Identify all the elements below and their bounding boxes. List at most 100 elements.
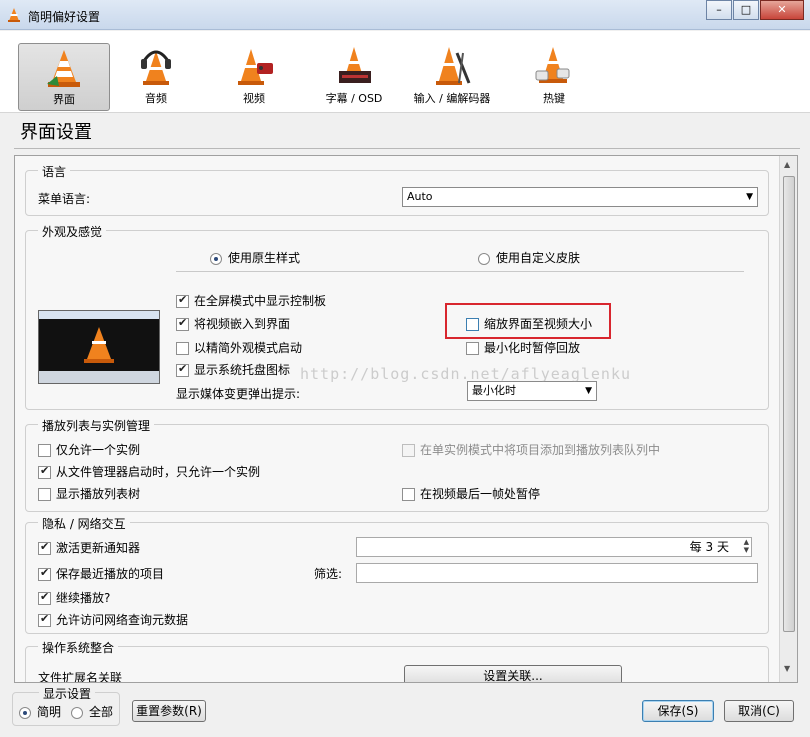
tab-subtitles-osd[interactable]: 字幕 / OSD <box>306 41 402 109</box>
checkbox-checked-icon <box>38 566 51 581</box>
group-look-feel: 外观及感觉 使用原生样式 使用自定义皮肤 在全屏模式中显示控制板 将视频嵌入到界… <box>25 223 769 410</box>
title-bar: 简明偏好设置 – □ ✕ <box>0 0 810 30</box>
tab-input-codecs[interactable]: 输入 / 编解码器 <box>402 41 502 109</box>
menu-language-value: Auto <box>407 190 433 203</box>
radio-simple[interactable]: 简明 <box>19 703 61 720</box>
opt-minimal-view[interactable]: 以精简外观模式启动 <box>176 339 302 356</box>
close-button[interactable]: ✕ <box>760 0 804 20</box>
opt-one-instance-file-manager[interactable]: 从文件管理器启动时，只允许一个实例 <box>38 463 260 480</box>
show-settings-title: 显示设置 <box>39 685 96 702</box>
settings-scroll-area[interactable]: 语言 菜单语言: Auto ▼ 外观及感觉 使用原生样式 使用自定义皮肤 ✔在全… <box>14 155 798 683</box>
opt-pause-minimized[interactable]: 最小化时暂停回放 <box>466 339 580 356</box>
tab-hotkeys-label: 热键 <box>543 92 565 105</box>
group-look-feel-title: 外观及感觉 <box>38 223 107 240</box>
group-os-integration: 操作系统整合 文件扩展名关联 设置关联... <box>25 639 769 683</box>
vertical-scrollbar[interactable]: ▲ ▼ <box>779 156 797 682</box>
cone-headphones-icon <box>141 50 171 85</box>
checkbox-icon <box>38 444 51 457</box>
opt-save-recent[interactable]: 保存最近播放的项目 <box>38 565 164 582</box>
opt-one-instance-label: 仅允许一个实例 <box>56 443 141 457</box>
opt-fullscreen-controls-label: 在全屏模式中显示控制板 <box>194 294 327 308</box>
tab-hotkeys[interactable]: 热键 <box>508 41 600 109</box>
radio-off-icon <box>71 706 83 719</box>
opt-update-notifier[interactable]: 激活更新通知器 <box>38 539 140 556</box>
opt-enqueue-one-instance-label: 在单实例模式中将项目添加到播放列表队列中 <box>420 443 661 457</box>
interface-preview-image <box>38 310 160 384</box>
tab-audio-label: 音频 <box>145 92 167 105</box>
opt-pause-last-frame-label: 在视频最后一帧处暂停 <box>420 487 541 501</box>
cone-input-codec-icon <box>436 47 471 85</box>
tab-interface-label: 界面 <box>53 93 75 106</box>
opt-show-playlist-tree-label: 显示播放列表树 <box>56 487 141 501</box>
scrollbar-thumb[interactable] <box>783 176 795 632</box>
tab-video-label: 视频 <box>243 92 265 105</box>
filter-label: 筛选: <box>314 567 343 581</box>
reset-preferences-button[interactable]: 重置参数(R) <box>132 700 206 722</box>
checkbox-checked-icon <box>176 362 189 377</box>
opt-metadata-network[interactable]: 允许访问网络查询元数据 <box>38 611 188 628</box>
chevron-down-icon: ▼ <box>746 192 753 202</box>
tab-video[interactable]: 视频 <box>208 41 300 109</box>
watermark-text: http://blog.csdn.net/aflyeaglenku <box>300 365 632 383</box>
filter-input[interactable] <box>356 563 758 583</box>
radio-all[interactable]: 全部 <box>71 703 113 720</box>
minimize-button[interactable]: – <box>706 0 732 20</box>
update-interval-spinbox[interactable]: 每 3 天 ▲ ▼ <box>356 537 752 557</box>
vlc-cone-icon <box>8 8 20 22</box>
opt-enqueue-one-instance[interactable]: 在单实例模式中将项目添加到播放列表队列中 <box>402 441 660 458</box>
checkbox-icon <box>176 342 189 355</box>
maximize-button[interactable]: □ <box>733 0 759 20</box>
menu-language-select[interactable]: Auto ▼ <box>402 187 758 207</box>
tab-audio[interactable]: 音频 <box>110 41 202 109</box>
opt-save-recent-label: 保存最近播放的项目 <box>56 567 165 581</box>
group-privacy: 隐私 / 网络交互 激活更新通知器 每 3 天 ▲▼ 保存最近播放的项目 筛选:… <box>25 515 769 634</box>
opt-systray[interactable]: 显示系统托盘图标 <box>176 361 290 378</box>
spin-arrows-icon[interactable]: ▲ ▼ <box>744 538 749 554</box>
checkbox-checked-icon <box>38 612 51 627</box>
opt-pause-last-frame[interactable]: 在视频最后一帧处暂停 <box>402 485 540 502</box>
checkbox-icon <box>402 444 415 457</box>
opt-fullscreen-controls[interactable]: 在全屏模式中显示控制板 <box>176 292 326 309</box>
checkbox-checked-icon <box>38 464 51 479</box>
update-unit-label: 天 <box>716 540 729 554</box>
page-title: 界面设置 <box>20 122 92 143</box>
menu-language-label: 菜单语言: <box>38 192 91 206</box>
opt-metadata-network-label: 允许访问网络查询元数据 <box>56 613 189 627</box>
setup-associations-button[interactable]: 设置关联... <box>404 665 622 682</box>
scroll-up-icon[interactable]: ▲ <box>784 160 790 169</box>
opt-continue-playback-label: 继续播放? <box>56 591 111 605</box>
checkbox-checked-icon <box>38 540 51 555</box>
window-title: 简明偏好设置 <box>28 10 101 24</box>
preview-controls <box>39 371 159 383</box>
category-toolbar: 界面 音频 视频 字幕 / OSD 输入 / 编解码器 热键 <box>0 31 810 113</box>
opt-update-notifier-label: 激活更新通知器 <box>56 541 141 555</box>
opt-show-playlist-tree[interactable]: 显示播放列表树 <box>38 485 140 502</box>
group-privacy-title: 隐私 / 网络交互 <box>38 515 130 532</box>
radio-on-icon <box>19 706 31 719</box>
radio-simple-label: 简明 <box>37 705 62 719</box>
cancel-button[interactable]: 取消(C) <box>724 700 794 722</box>
radio-custom-skin[interactable]: 使用自定义皮肤 <box>478 249 580 266</box>
popup-label: 显示媒体变更弹出提示: <box>176 387 301 401</box>
radio-all-label: 全部 <box>89 705 114 719</box>
file-assoc-label: 文件扩展名关联 <box>38 671 123 683</box>
tab-subtitles-osd-label: 字幕 / OSD <box>325 92 383 105</box>
radio-native-style[interactable]: 使用原生样式 <box>210 249 300 266</box>
popup-select[interactable]: 最小化时 ▼ <box>467 381 597 401</box>
scroll-down-icon[interactable]: ▼ <box>784 664 790 673</box>
preview-menubar <box>39 311 159 319</box>
group-os-title: 操作系统整合 <box>38 639 119 656</box>
opt-embed-video[interactable]: 将视频嵌入到界面 <box>176 315 290 332</box>
opt-systray-label: 显示系统托盘图标 <box>194 363 291 377</box>
save-button[interactable]: 保存(S) <box>642 700 714 722</box>
opt-one-instance[interactable]: 仅允许一个实例 <box>38 441 140 458</box>
group-playlist-title: 播放列表与实例管理 <box>38 417 155 434</box>
update-days-value: 3 <box>705 540 714 554</box>
tab-interface[interactable]: 界面 <box>18 43 110 111</box>
update-interval-text: 每 3 天 <box>690 538 729 556</box>
cone-hotkey-icon <box>535 47 570 83</box>
header-divider <box>14 148 800 149</box>
opt-continue-playback[interactable]: 继续播放? <box>38 589 110 606</box>
cone-subtitle-icon <box>339 47 371 83</box>
radio-on-icon <box>210 252 222 265</box>
